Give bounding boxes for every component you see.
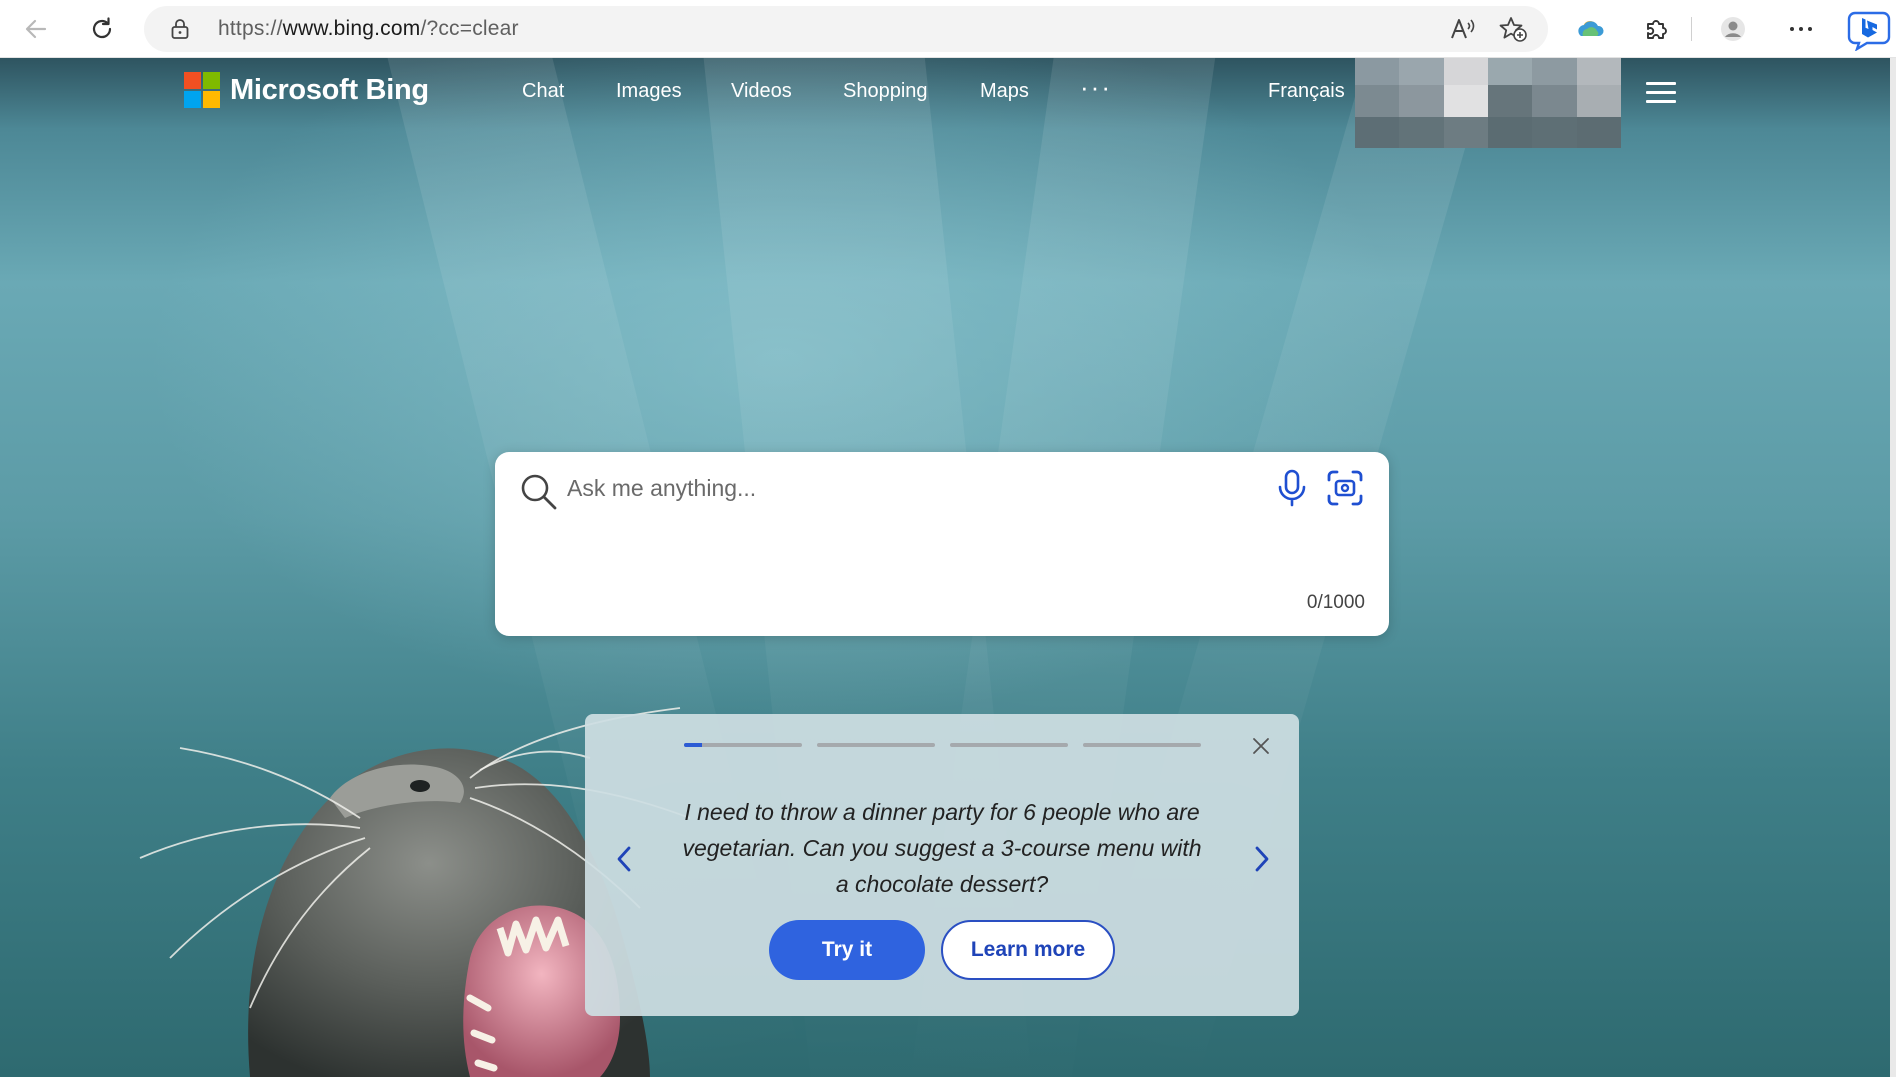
toolbar-divider	[1691, 17, 1692, 41]
progress-segment	[950, 743, 1068, 747]
progress-segment	[817, 743, 935, 747]
hamburger-menu-icon[interactable]	[1646, 82, 1676, 104]
nav-item-videos[interactable]: Videos	[731, 80, 792, 103]
back-arrow-icon	[25, 19, 47, 39]
progress-segment	[1083, 743, 1201, 747]
address-bar[interactable]: https://www.bing.com/?cc=clear	[144, 6, 1548, 52]
url-host: www.bing.com	[282, 17, 421, 40]
search-input[interactable]	[567, 468, 1247, 508]
nav-item-images[interactable]: Images	[616, 80, 682, 103]
suggestion-progress	[684, 743, 1201, 747]
microsoft-logo-icon	[184, 72, 220, 108]
read-aloud-button[interactable]	[1448, 15, 1478, 43]
profile-avatar-icon	[1721, 17, 1745, 41]
nav-item-chat[interactable]: Chat	[522, 80, 564, 103]
add-favorite-button[interactable]	[1498, 15, 1528, 43]
language-switch-link[interactable]: Français	[1268, 80, 1345, 103]
page-scrollbar[interactable]	[1890, 58, 1896, 1077]
browser-toolbar: https://www.bing.com/?cc=clear	[0, 0, 1896, 58]
refresh-button[interactable]	[82, 9, 122, 49]
bing-logo[interactable]: Microsoft Bing	[184, 72, 429, 108]
search-icon	[521, 474, 557, 510]
more-dots-icon	[1790, 27, 1812, 31]
url-path: /?cc=clear	[420, 17, 519, 40]
chevron-left-icon[interactable]	[613, 844, 635, 874]
extensions-button[interactable]	[1636, 9, 1676, 49]
nav-more-button[interactable]: ···	[1080, 72, 1112, 103]
weather-cloud-icon	[1578, 21, 1604, 36]
puzzle-icon	[1647, 20, 1667, 39]
brand-name: Microsoft Bing	[230, 73, 429, 106]
profile-button[interactable]	[1713, 9, 1753, 49]
try-it-button[interactable]: Try it	[769, 920, 925, 980]
character-counter: 0/1000	[1306, 592, 1365, 613]
url-text[interactable]: https://www.bing.com/?cc=clear	[218, 6, 519, 52]
read-aloud-icon	[1451, 19, 1475, 39]
learn-more-button[interactable]: Learn more	[941, 920, 1115, 980]
extension-weather-button[interactable]	[1570, 9, 1610, 49]
bing-chat-icon	[1847, 11, 1891, 51]
suggestion-text: I need to throw a dinner party for 6 peo…	[682, 799, 1202, 897]
search-box[interactable]: 0/1000	[495, 452, 1389, 636]
chevron-right-icon[interactable]	[1251, 844, 1273, 874]
visual-search-camera-icon[interactable]	[1325, 468, 1365, 508]
lock-icon[interactable]	[170, 18, 190, 40]
settings-menu-button[interactable]	[1781, 9, 1821, 49]
url-prefix: https://	[218, 17, 283, 40]
bing-homepage: Microsoft Bing Chat Images Videos Shoppi…	[0, 58, 1896, 1077]
nav-item-shopping[interactable]: Shopping	[843, 80, 928, 103]
progress-segment	[684, 743, 802, 747]
refresh-icon	[92, 17, 112, 39]
account-area-blurred[interactable]	[1355, 58, 1621, 148]
microphone-icon[interactable]	[1275, 468, 1309, 508]
chat-suggestion-card: I need to throw a dinner party for 6 peo…	[585, 714, 1299, 1016]
progress-fill	[684, 743, 702, 747]
star-plus-icon	[1499, 17, 1527, 42]
bing-copilot-button[interactable]	[1846, 9, 1892, 51]
back-button[interactable]	[16, 9, 56, 49]
top-navigation: Microsoft Bing Chat Images Videos Shoppi…	[0, 58, 1896, 148]
close-icon[interactable]	[1251, 736, 1271, 756]
nav-item-maps[interactable]: Maps	[980, 80, 1029, 103]
